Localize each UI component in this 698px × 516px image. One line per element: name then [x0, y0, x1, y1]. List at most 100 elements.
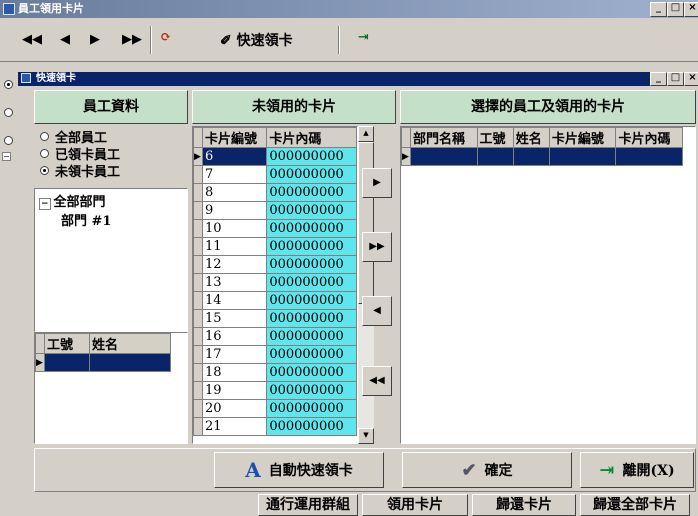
table-row[interactable]: 20 000000000 — [193, 399, 357, 418]
table-row[interactable]: 9 000000000 — [193, 201, 357, 220]
radio-issued-employees[interactable]: 已領卡員工 — [40, 145, 182, 163]
col-employee-name[interactable]: 姓名 — [89, 333, 171, 354]
dialog-maximize-button[interactable]: □ — [667, 72, 684, 86]
move-all-left-button[interactable]: ◀◀ — [362, 366, 392, 396]
dialog-body: 員工資料 全部員工 已領卡員工 未領卡員工 − 全部部門 部門 #1 工號 姓名 … — [18, 86, 698, 494]
col-card-code[interactable]: 卡片內碼 — [615, 127, 683, 148]
table-row[interactable]: 18 000000000 — [193, 363, 357, 382]
refresh-icon[interactable]: ⟳ — [160, 30, 171, 45]
window-title: 員工領用卡片 — [18, 2, 84, 15]
col-employee-name[interactable]: 姓名 — [512, 127, 550, 148]
unissued-cards-table: 卡片編號 卡片內碼 ▶ 6 000000000 7 000000000 8 00000000… — [193, 127, 357, 436]
scroll-thumb[interactable] — [358, 142, 374, 304]
scroll-down-button[interactable]: ▼ — [358, 428, 374, 444]
unissued-cards-grid[interactable]: 卡片編號 卡片內碼 ▶ 6 000000000 7 000000000 8 00000000… — [192, 126, 358, 444]
card-code-cell: 000000000 — [266, 255, 357, 274]
outer-radio[interactable] — [4, 136, 13, 145]
table-row[interactable]: 16 000000000 — [193, 327, 357, 346]
quick-issue-label: 快速領卡 — [236, 33, 293, 49]
tree-collapse-icon[interactable]: − — [2, 152, 11, 161]
table-row[interactable]: 14 000000000 — [193, 291, 357, 310]
minimize-button[interactable]: _ — [650, 2, 667, 17]
selected-cards-grid[interactable]: 部門名稱 工號 姓名 卡片編號 卡片內碼 ▶ — [400, 126, 696, 444]
dialog-close-button[interactable]: × — [684, 72, 698, 86]
outer-radio[interactable] — [4, 108, 13, 117]
table-row[interactable]: ▶ — [401, 147, 683, 166]
card-code-cell: 000000000 — [266, 165, 357, 184]
close-button[interactable]: × — [684, 2, 698, 17]
issue-card-button[interactable]: 領用卡片 — [362, 494, 468, 516]
row-indicator — [193, 291, 203, 310]
cell — [476, 147, 514, 166]
confirm-button[interactable]: ✔ 確定 — [402, 452, 572, 488]
row-indicator — [193, 327, 203, 346]
table-row[interactable]: 10 000000000 — [193, 219, 357, 238]
row-pointer-icon: ▶ — [193, 147, 203, 166]
col-department[interactable]: 部門名稱 — [410, 127, 478, 148]
table-row[interactable]: 15 000000000 — [193, 309, 357, 328]
auto-quick-issue-label: 自動快速領卡 — [268, 463, 353, 479]
prev-record-button[interactable]: ◀ — [60, 32, 70, 47]
tree-root[interactable]: − 全部部門 — [39, 191, 183, 210]
employee-panel-header: 員工資料 — [34, 90, 188, 124]
employee-filter-group: 全部員工 已領卡員工 未領卡員工 — [34, 126, 188, 186]
tree-node[interactable]: 部門 #1 — [39, 210, 183, 229]
card-no-cell: 14 — [201, 291, 268, 310]
table-row[interactable]: 17 000000000 — [193, 345, 357, 364]
table-row[interactable]: 12 000000000 — [193, 255, 357, 274]
maximize-button[interactable]: □ — [667, 2, 684, 17]
row-indicator-header — [35, 333, 45, 354]
cell — [44, 353, 90, 372]
confirm-icon: ✔ — [461, 459, 477, 481]
cell — [548, 147, 617, 166]
tree-collapse-icon[interactable]: − — [39, 198, 51, 210]
row-indicator — [193, 165, 203, 184]
radio-all-employees[interactable]: 全部員工 — [40, 128, 182, 146]
move-right-button[interactable]: ▶ — [362, 168, 392, 198]
row-indicator — [193, 201, 203, 220]
table-row[interactable]: 21 000000000 — [193, 417, 357, 436]
radio-icon — [40, 132, 49, 141]
scroll-up-button[interactable]: ▲ — [358, 126, 374, 142]
last-record-button[interactable]: ▶▶ — [122, 32, 142, 47]
table-row[interactable]: 13 000000000 — [193, 273, 357, 292]
row-indicator — [193, 363, 203, 382]
move-left-button[interactable]: ◀ — [362, 296, 392, 326]
table-row[interactable]: 19 000000000 — [193, 381, 357, 400]
next-record-button[interactable]: ▶ — [90, 32, 100, 47]
table-row[interactable]: 11 000000000 — [193, 237, 357, 256]
outer-radio[interactable] — [4, 80, 13, 89]
table-row[interactable]: 8 000000000 — [193, 183, 357, 202]
card-code-cell: 000000000 — [266, 291, 357, 310]
row-indicator — [193, 255, 203, 274]
table-row[interactable]: ▶ — [35, 353, 171, 372]
employee-grid[interactable]: 工號 姓名 ▶ — [34, 332, 188, 444]
move-all-right-button[interactable]: ▶▶ — [362, 232, 392, 262]
col-employee-id[interactable]: 工號 — [44, 333, 90, 354]
exit-button[interactable]: ⇥ 離開(X) — [580, 452, 694, 488]
first-record-button[interactable]: ◀◀ — [22, 32, 42, 47]
col-card-code[interactable]: 卡片內碼 — [266, 127, 357, 148]
col-card-no[interactable]: 卡片編號 — [548, 127, 617, 148]
table-row[interactable]: 7 000000000 — [193, 165, 357, 184]
card-no-cell: 19 — [201, 381, 268, 400]
table-row[interactable]: ▶ 6 000000000 — [193, 147, 357, 166]
return-card-button[interactable]: 歸還卡片 — [472, 494, 576, 516]
card-no-cell: 21 — [201, 417, 268, 436]
col-employee-id[interactable]: 工號 — [476, 127, 514, 148]
access-group-button[interactable]: 通行運用群組 — [258, 494, 358, 516]
return-all-cards-button[interactable]: 歸還全部卡片 — [580, 494, 690, 516]
row-indicator — [193, 399, 203, 418]
card-no-cell: 18 — [201, 363, 268, 382]
dialog-minimize-button[interactable]: _ — [650, 72, 667, 86]
auto-quick-issue-button[interactable]: A 自動快速領卡 — [214, 452, 384, 488]
row-pointer-icon: ▶ — [401, 147, 411, 166]
col-card-no[interactable]: 卡片編號 — [201, 127, 268, 148]
department-tree[interactable]: − 全部部門 部門 #1 — [34, 188, 188, 332]
tree-node-label: 部門 #1 — [61, 214, 112, 229]
exit-door-icon[interactable]: ⇥ — [358, 30, 369, 45]
card-code-cell: 000000000 — [266, 219, 357, 238]
card-no-cell: 8 — [201, 183, 268, 202]
quick-issue-button[interactable]: ✐ 快速領卡 — [220, 30, 293, 50]
radio-unissued-employees[interactable]: 未領卡員工 — [40, 162, 182, 180]
